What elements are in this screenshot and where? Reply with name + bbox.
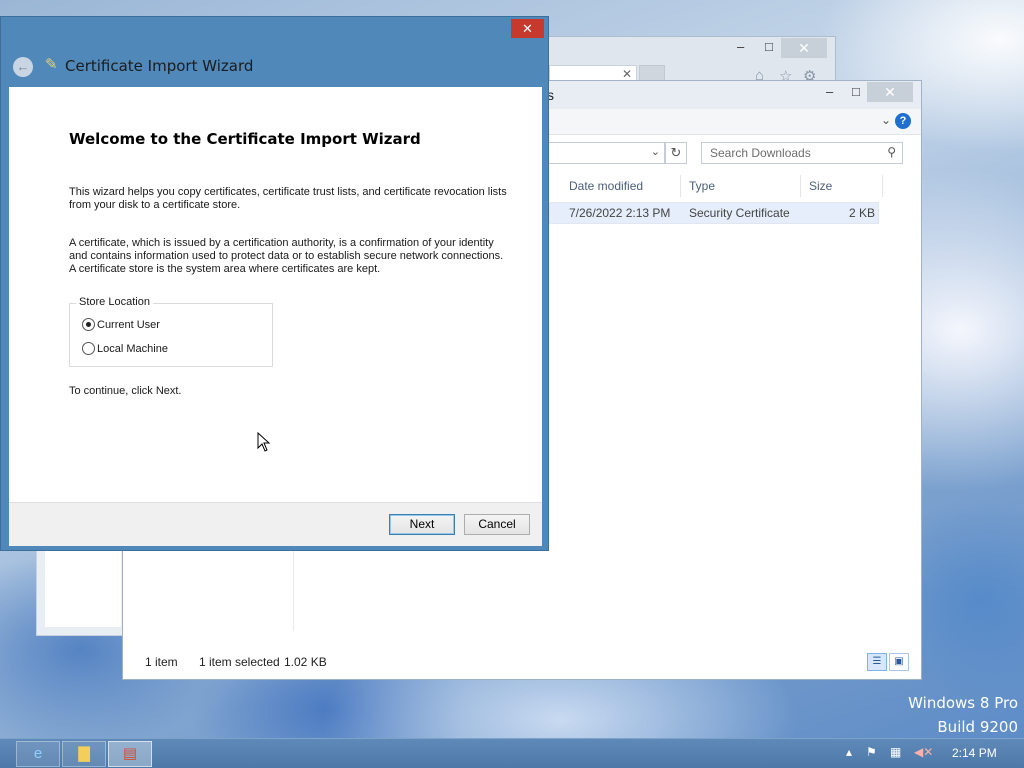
taskbar-clock[interactable]: 2:14 PM [952,746,997,760]
details-view-icon[interactable]: ☰ [867,653,887,671]
continue-text: To continue, click Next. [69,385,182,397]
file-type: Security Certificate [689,206,790,220]
intro-text: This wizard helps you copy certificates,… [69,186,507,211]
certificate-icon: ✎ [45,56,58,73]
radio-selected-icon[interactable] [82,318,95,331]
network-icon[interactable]: ▦ [890,745,901,759]
page-heading: Welcome to the Certificate Import Wizard [69,130,421,148]
search-input[interactable] [702,143,882,163]
wizard-body: Welcome to the Certificate Import Wizard… [9,87,542,502]
chevron-down-icon[interactable]: ⌄ [651,145,660,158]
search-icon[interactable]: ⚲ [887,145,896,159]
selection-count: 1 item selected [199,655,280,669]
close-button[interactable]: ✕ [867,82,913,102]
cancel-button[interactable]: Cancel [464,514,530,535]
file-explorer-icon[interactable]: ▇ [62,741,106,767]
selection-size: 1.02 KB [284,655,327,669]
description-text: A certificate, which is issued by a cert… [69,237,504,275]
wizard-title: Certificate Import Wizard [65,57,254,75]
build-watermark: Build 9200 [937,718,1018,736]
minimize-icon[interactable]: – [737,39,744,54]
certificate-wizard-icon[interactable]: ▤ [108,741,152,767]
action-center-flag-icon[interactable]: ⚑ [866,745,877,759]
address-bar[interactable]: ⌄ [533,142,665,164]
radio-unselected-icon[interactable] [82,342,95,355]
store-location-group: Store Location Current User Local Machin… [69,296,273,367]
refresh-icon[interactable]: ↻ [665,142,687,164]
wizard-header: ← ✎ Certificate Import Wizard [9,49,542,87]
close-button[interactable]: ✕ [781,38,827,58]
status-bar: 1 item 1 item selected 1.02 KB ☰ ▣ [123,645,921,679]
certificate-import-wizard[interactable]: ✕ ← ✎ Certificate Import Wizard Welcome … [0,16,549,551]
background-window-pane [45,541,121,627]
wizard-footer: Next Cancel [9,502,542,546]
show-hidden-icons-icon[interactable]: ▴ [846,745,852,759]
next-button[interactable]: Next [389,514,455,535]
background-window [36,540,136,636]
large-icons-view-icon[interactable]: ▣ [889,653,909,671]
column-header-type[interactable]: Type [681,175,801,197]
file-date-modified: 7/26/2022 2:13 PM [569,206,671,220]
volume-muted-icon[interactable]: ◀✕ [914,745,933,759]
back-arrow-icon[interactable]: ← [13,57,33,77]
file-row[interactable]: 7/26/2022 2:13 PM Security Certificate 2… [549,202,879,224]
store-location-legend: Store Location [76,296,153,308]
search-box[interactable]: ⚲ [701,142,903,164]
maximize-icon[interactable]: □ [852,84,860,99]
radio-label: Current User [97,319,160,331]
column-header-date-modified[interactable]: Date modified [561,175,681,197]
item-count: 1 item [145,655,178,669]
maximize-icon[interactable]: □ [765,39,773,54]
expand-ribbon-icon[interactable]: ⌄ [881,113,891,127]
radio-label: Local Machine [97,343,168,355]
internet-explorer-icon[interactable]: e [16,741,60,767]
file-size: 2 KB [848,206,875,220]
close-button[interactable]: ✕ [511,19,544,38]
mouse-cursor-icon [257,432,271,452]
close-tab-icon[interactable]: ✕ [622,67,632,81]
column-header-size[interactable]: Size [801,175,883,197]
taskbar: e ▇ ▤ ▴ ⚑ ▦ ◀✕ 2:14 PM [0,738,1024,768]
minimize-icon[interactable]: – [826,84,833,99]
os-edition-watermark: Windows 8 Pro [908,694,1018,712]
help-icon[interactable]: ? [895,113,911,129]
